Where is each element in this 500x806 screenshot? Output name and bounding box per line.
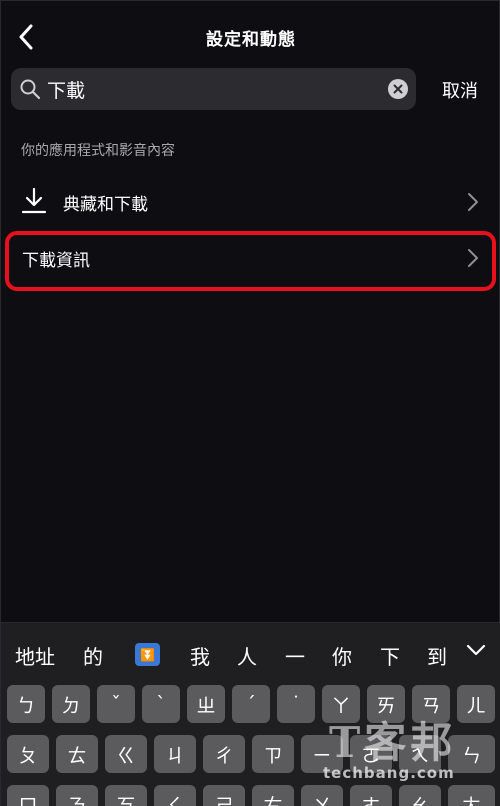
key[interactable]: ㄉ (52, 685, 90, 723)
watermark: T客邦 techbang.com (319, 709, 489, 787)
page-title: 設定和動態 (206, 30, 296, 50)
candidate[interactable]: 地址 (15, 641, 55, 670)
key[interactable]: ㄗ (252, 735, 294, 773)
watermark-url: techbang.com (323, 764, 455, 782)
key[interactable]: ㄕ (203, 785, 245, 806)
key[interactable]: ㄍ (105, 735, 147, 773)
key[interactable]: ㄔ (203, 735, 245, 773)
key[interactable]: ㄐ (154, 735, 196, 773)
candidate[interactable]: 到 (427, 641, 447, 670)
close-icon (393, 84, 403, 94)
key[interactable]: ㄨ (301, 785, 343, 806)
key[interactable]: ㄜ (350, 785, 392, 806)
key[interactable]: ㄋ (56, 785, 98, 806)
candidate[interactable]: 的 (83, 641, 103, 670)
key[interactable]: ㄘ (252, 785, 294, 806)
download-icon (21, 187, 47, 214)
key[interactable]: ㄅ (7, 685, 45, 723)
candidate[interactable]: 下 (380, 641, 400, 670)
key[interactable]: ㄓ (187, 685, 225, 723)
double-down-arrow-icon[interactable]: ⏬ (135, 643, 160, 666)
key[interactable]: ˋ (142, 685, 180, 723)
key[interactable]: ㄊ (56, 735, 98, 773)
key[interactable]: ㄇ (7, 785, 49, 806)
key[interactable]: ㄑ (154, 785, 196, 806)
search-input[interactable] (47, 68, 377, 110)
row-collections-downloads[interactable]: 典藏和下載 (1, 175, 500, 229)
search-bar[interactable] (11, 68, 416, 110)
key[interactable]: ˇ (97, 685, 135, 723)
key[interactable]: ㄆ (7, 735, 49, 773)
key[interactable]: ㄠ (399, 785, 441, 806)
app-screen: 設定和動態 取消 你的應用程式和影音內容 典藏和下載 下載資訊 (0, 0, 500, 806)
header: 設定和動態 (1, 1, 500, 69)
candidate[interactable]: 我 (190, 641, 210, 670)
candidate[interactable]: 一 (285, 641, 305, 670)
candidate[interactable]: 你 (332, 641, 352, 670)
key[interactable]: ㄎ (105, 785, 147, 806)
watermark-logo: T客邦 (329, 718, 457, 767)
chevron-right-icon (468, 193, 478, 211)
candidate-bar: 地址 的 ⏬ 我 人 一 你 下 到 (1, 623, 500, 681)
section-label: 你的應用程式和影音內容 (21, 143, 175, 159)
highlight-box (5, 231, 496, 291)
candidate[interactable]: 人 (237, 641, 257, 670)
chevron-down-icon[interactable] (465, 639, 487, 661)
key[interactable]: ˊ (232, 685, 270, 723)
cancel-button[interactable]: 取消 (431, 77, 489, 103)
search-icon (20, 79, 41, 100)
key[interactable]: ㄤ (448, 785, 495, 806)
clear-search-icon[interactable] (388, 79, 408, 99)
row-label: 典藏和下載 (63, 195, 148, 215)
key[interactable]: ˙ (277, 685, 315, 723)
